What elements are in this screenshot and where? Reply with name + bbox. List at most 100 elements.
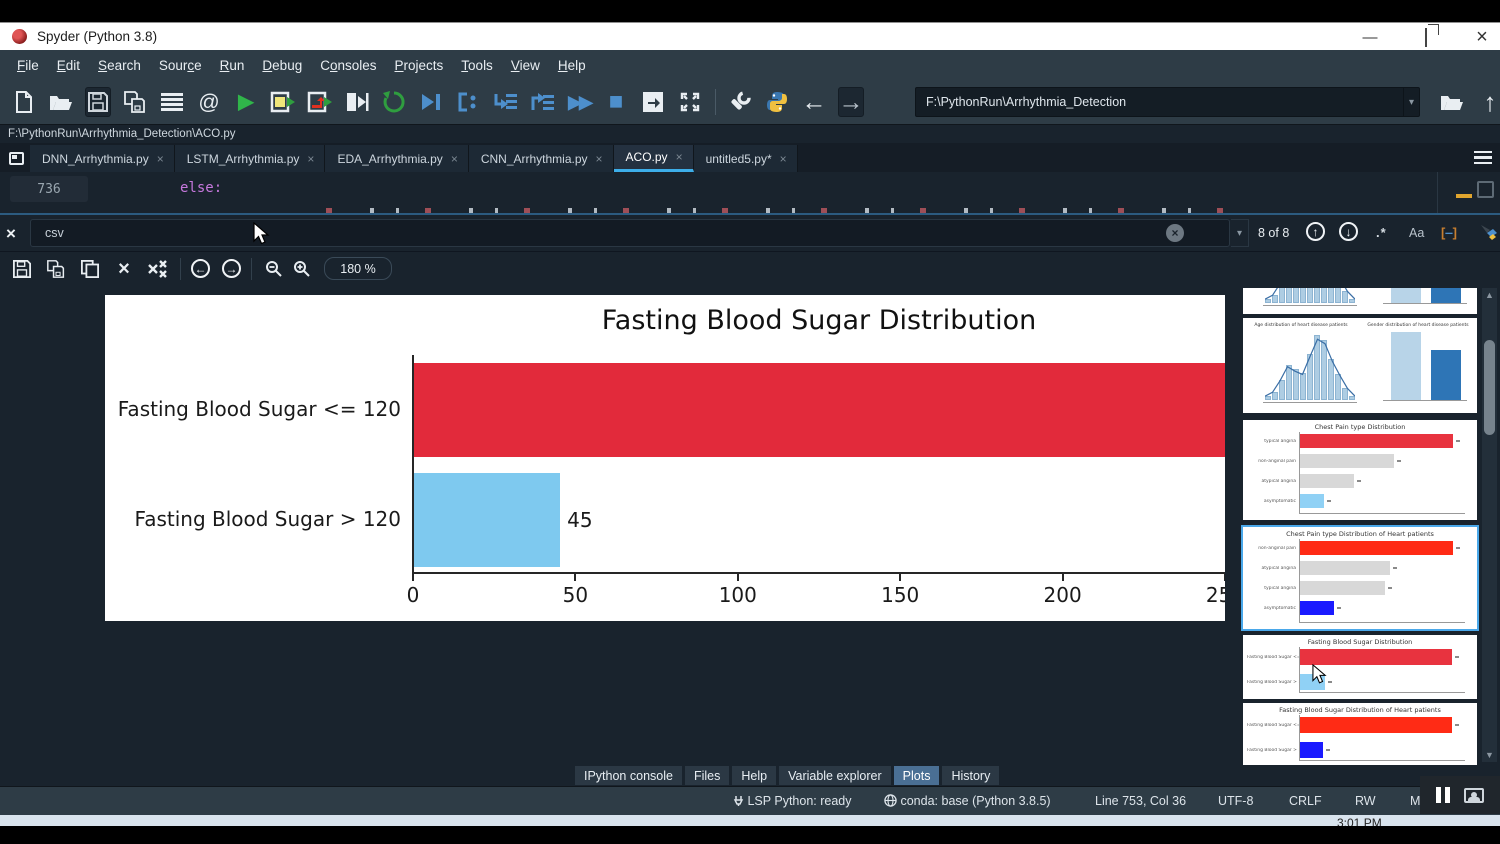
- step-over-button[interactable]: [492, 87, 518, 117]
- editor-tab-untitled5-py-[interactable]: untitled5.py*×: [694, 145, 798, 172]
- symbol-finder-button[interactable]: @: [196, 87, 222, 117]
- editor-tab-dnn_arrhythmia-py[interactable]: DNN_Arrhythmia.py×: [30, 145, 175, 172]
- split-editor-icon[interactable]: [1477, 181, 1494, 198]
- scroll-up-icon[interactable]: ▲: [1482, 290, 1497, 300]
- pane-tab-files[interactable]: Files: [685, 766, 729, 785]
- find-next-button[interactable]: ↓: [1339, 222, 1358, 241]
- restart-kernel-button[interactable]: [381, 87, 407, 117]
- clear-search-icon[interactable]: ×: [1166, 224, 1184, 242]
- whole-words-toggle-icon[interactable]: [‒]: [1441, 225, 1457, 240]
- find-field[interactable]: [30, 219, 1230, 247]
- outline-button[interactable]: [159, 87, 185, 117]
- plot-thumbnail-4[interactable]: Fasting Blood Sugar DistributionFasting …: [1243, 635, 1477, 699]
- debug-cell-button[interactable]: [455, 87, 481, 117]
- search-input[interactable]: [31, 226, 1229, 240]
- previous-plot-button[interactable]: ←: [191, 259, 210, 278]
- close-tab-icon[interactable]: ×: [307, 152, 314, 166]
- save-all-button[interactable]: [122, 87, 148, 117]
- highlight-matches-icon[interactable]: [1479, 223, 1499, 248]
- code-editor[interactable]: 736 else:: [0, 172, 1500, 215]
- scroll-down-icon[interactable]: ▼: [1482, 750, 1497, 760]
- close-plot-button[interactable]: ×: [112, 257, 136, 281]
- continue-execution-button[interactable]: ▶▶: [566, 87, 592, 117]
- browse-directory-button[interactable]: [1439, 87, 1465, 117]
- pane-tab-help[interactable]: Help: [732, 766, 776, 785]
- menu-search[interactable]: Search: [89, 54, 150, 77]
- match-case-toggle-icon[interactable]: Aa: [1409, 226, 1424, 240]
- zoom-level: 180 %: [324, 257, 392, 280]
- plot-thumbnail-2[interactable]: Chest Pain type Distributiontypical angi…: [1243, 420, 1477, 520]
- python-logo-icon[interactable]: [764, 87, 790, 117]
- menu-consoles[interactable]: Consoles: [311, 54, 385, 77]
- copy-plot-button[interactable]: [78, 257, 102, 281]
- plots-scrollbar[interactable]: ▲ ▼: [1482, 288, 1497, 762]
- rerun-cell-button[interactable]: [307, 87, 333, 117]
- plot-thumbnail-1[interactable]: Age distribution of heart disease patien…: [1243, 318, 1477, 413]
- editor-tab-cnn_arrhythmia-py[interactable]: CNN_Arrhythmia.py×: [469, 145, 614, 172]
- regex-toggle-icon[interactable]: .*: [1376, 225, 1387, 240]
- tab-options-menu-icon[interactable]: [1474, 151, 1492, 164]
- pane-tab-plots[interactable]: Plots: [894, 766, 940, 785]
- plot-thumbnail-0[interactable]: [1243, 288, 1477, 314]
- close-tab-icon[interactable]: ×: [451, 152, 458, 166]
- preferences-wrench-button[interactable]: [727, 87, 753, 117]
- close-all-plots-button[interactable]: [146, 257, 170, 281]
- close-tab-icon[interactable]: ×: [157, 152, 164, 166]
- menu-source[interactable]: Source: [150, 54, 211, 77]
- back-button[interactable]: ←: [801, 87, 827, 117]
- editor-tab-eda_arrhythmia-py[interactable]: EDA_Arrhythmia.py×: [325, 145, 468, 172]
- editor-tab-aco-py[interactable]: ACO.py×: [614, 145, 694, 172]
- stop-debug-button[interactable]: ■: [603, 87, 629, 117]
- menu-help[interactable]: Help: [549, 54, 595, 77]
- pause-icon[interactable]: [1436, 787, 1450, 803]
- restore-button[interactable]: [1416, 29, 1436, 46]
- browse-tabs-button[interactable]: [4, 146, 28, 170]
- pane-tab-variable-explorer[interactable]: Variable explorer: [779, 766, 891, 785]
- run-selection-button[interactable]: [344, 87, 370, 117]
- chevron-down-icon[interactable]: ▾: [1403, 88, 1419, 116]
- forward-button[interactable]: →: [838, 87, 864, 117]
- fullscreen-button[interactable]: [677, 87, 703, 117]
- menu-view[interactable]: View: [502, 54, 549, 77]
- close-tab-icon[interactable]: ×: [596, 152, 603, 166]
- minimize-button[interactable]: —: [1360, 29, 1380, 46]
- pane-tab-history[interactable]: History: [942, 766, 999, 785]
- zoom-out-icon[interactable]: [262, 257, 286, 281]
- working-directory-input[interactable]: [916, 95, 1403, 109]
- close-tab-icon[interactable]: ×: [676, 150, 683, 164]
- main-toolbar: @ ▶ ▶▶ ■: [0, 80, 1500, 124]
- menu-debug[interactable]: Debug: [253, 54, 311, 77]
- clipped-code-line: [300, 208, 1240, 213]
- run-cell-button[interactable]: [270, 87, 296, 117]
- close-button[interactable]: ×: [1472, 26, 1492, 49]
- working-directory-combo[interactable]: ▾: [915, 87, 1420, 117]
- webcam-icon[interactable]: [1464, 788, 1484, 803]
- find-previous-button[interactable]: ↑: [1306, 222, 1325, 241]
- pane-tab-ipython-console[interactable]: IPython console: [575, 766, 682, 785]
- main-plot-canvas[interactable]: Fasting Blood Sugar DistributionFasting …: [105, 295, 1225, 621]
- open-file-button[interactable]: [48, 87, 74, 117]
- save-button[interactable]: [85, 87, 111, 117]
- menu-file[interactable]: File: [8, 54, 48, 77]
- zoom-in-icon[interactable]: [290, 257, 314, 281]
- plot-thumbnail-5[interactable]: Fasting Blood Sugar Distribution of Hear…: [1243, 703, 1477, 765]
- search-history-dropdown-icon[interactable]: ▾: [1231, 219, 1249, 247]
- maximize-pane-button[interactable]: [640, 87, 666, 117]
- next-plot-button[interactable]: →: [222, 259, 241, 278]
- menu-tools[interactable]: Tools: [452, 54, 502, 77]
- scrollbar-thumb[interactable]: [1484, 340, 1495, 435]
- close-find-icon[interactable]: ×: [6, 224, 16, 244]
- debug-button[interactable]: [418, 87, 444, 117]
- menu-run[interactable]: Run: [211, 54, 254, 77]
- menu-edit[interactable]: Edit: [48, 54, 89, 77]
- editor-tab-lstm_arrhythmia-py[interactable]: LSTM_Arrhythmia.py×: [175, 145, 326, 172]
- run-button[interactable]: ▶: [233, 87, 259, 117]
- close-tab-icon[interactable]: ×: [780, 152, 787, 166]
- menu-projects[interactable]: Projects: [386, 54, 453, 77]
- save-plot-button[interactable]: [10, 257, 34, 281]
- parent-directory-button[interactable]: ↑: [1477, 87, 1500, 117]
- plot-thumbnail-3[interactable]: Chest Pain type Distribution of Heart pa…: [1243, 527, 1477, 629]
- new-file-button[interactable]: [11, 87, 37, 117]
- step-into-button[interactable]: [529, 87, 555, 117]
- save-all-plots-button[interactable]: [44, 257, 68, 281]
